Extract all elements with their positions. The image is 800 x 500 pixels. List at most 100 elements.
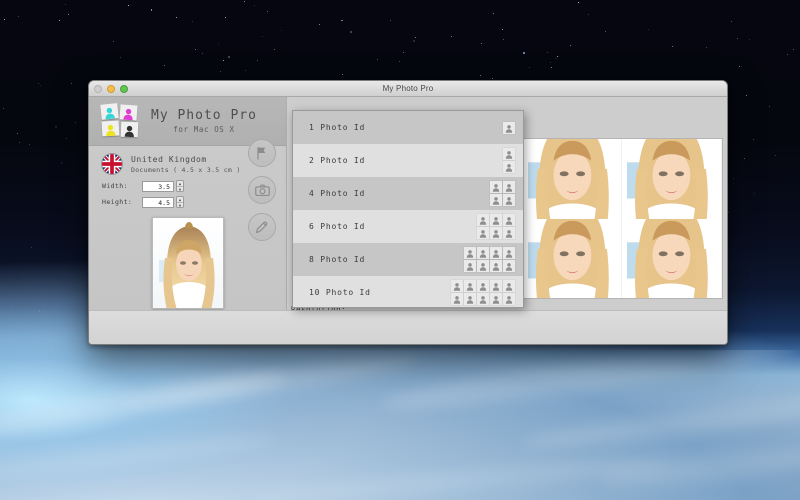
- brand-text: My Photo Pro for Mac OS X: [151, 108, 257, 134]
- sheet-photo-cell[interactable]: [522, 139, 623, 219]
- logo-person-tile-1: [119, 104, 138, 121]
- height-stepper-down[interactable]: ▼: [177, 203, 183, 207]
- app-name: My Photo Pro: [151, 108, 257, 123]
- person-icon: [477, 247, 489, 259]
- app-subtitle: for Mac OS X: [173, 125, 235, 134]
- sheet-portrait: [522, 218, 622, 298]
- country-text: United Kingdom Documents ( 4.5 x 3.5 cm …: [131, 155, 241, 174]
- dropdown-item-layout-preview: [503, 121, 515, 134]
- maximize-button[interactable]: [120, 85, 128, 93]
- height-stepper[interactable]: ▲ ▼: [176, 196, 184, 208]
- preview-portrait: [152, 218, 223, 308]
- person-icon: [503, 181, 515, 193]
- window-controls: [94, 85, 128, 93]
- earth-clouds: [0, 350, 800, 500]
- person-icon: [477, 214, 489, 226]
- person-icon: [464, 247, 476, 259]
- app-logo-icon: [100, 103, 139, 138]
- person-icon: [503, 161, 515, 173]
- person-icon-row: [503, 121, 515, 134]
- sheet-portrait: [522, 139, 622, 219]
- flag-icon[interactable]: [248, 139, 276, 167]
- dropdown-item-label: 8 Photo Id: [309, 255, 366, 264]
- person-icon-row: [464, 260, 515, 272]
- photo-preview[interactable]: [151, 217, 224, 309]
- person-icon: [490, 280, 502, 292]
- person-icon: [503, 293, 515, 305]
- person-icon: [490, 214, 502, 226]
- person-icon-row: [464, 247, 515, 259]
- person-icon-row: [503, 161, 515, 173]
- person-icon: [477, 227, 489, 239]
- person-icon: [477, 280, 489, 292]
- person-icon: [464, 260, 476, 272]
- dropdown-item-label: 10 Photo Id: [309, 288, 371, 297]
- person-icon: [451, 280, 463, 292]
- width-stepper-down[interactable]: ▼: [177, 187, 183, 191]
- window-bottom-bar: [89, 310, 727, 344]
- desktop-background: My Photo Pro My Photo Pro for Mac OS X U…: [0, 0, 800, 500]
- camera-icon[interactable]: [248, 176, 276, 204]
- photo-count-dropdown[interactable]: 1 Photo Id 2 Photo Id 4 Photo Id 6 Photo Id…: [292, 110, 524, 308]
- person-icon: [490, 260, 502, 272]
- logo-person-tile-2: [101, 120, 120, 137]
- person-icon: [490, 293, 502, 305]
- dropdown-item-label: 4 Photo Id: [309, 189, 366, 198]
- dropdown-item-10[interactable]: 10 Photo Id: [293, 276, 523, 307]
- person-icon: [477, 293, 489, 305]
- person-icon: [464, 293, 476, 305]
- person-icon: [490, 227, 502, 239]
- person-icon-row: [490, 194, 515, 206]
- dropdown-item-label: 1 Photo Id: [309, 123, 366, 132]
- width-stepper[interactable]: ▲ ▼: [176, 180, 184, 192]
- dropdown-item-1[interactable]: 1 Photo Id: [293, 111, 523, 144]
- dropdown-item-layout-preview: [477, 214, 515, 239]
- minimize-button[interactable]: [107, 85, 115, 93]
- person-icon-row: [477, 214, 515, 226]
- person-icon: [490, 247, 502, 259]
- person-icon-row: [477, 227, 515, 239]
- close-button[interactable]: [94, 85, 102, 93]
- person-icon: [490, 181, 502, 193]
- logo-person-tile-3: [120, 121, 139, 138]
- person-icon: [503, 280, 515, 292]
- person-icon: [503, 227, 515, 239]
- dropdown-item-2[interactable]: 2 Photo Id: [293, 144, 523, 177]
- height-label: Height:: [102, 198, 133, 206]
- person-icon-row: [451, 280, 515, 292]
- sheet-photo-cell[interactable]: [622, 218, 722, 298]
- document-spec: Documents ( 4.5 x 3.5 cm ): [131, 165, 241, 174]
- sheet-photo-cell[interactable]: [622, 139, 722, 219]
- app-window: My Photo Pro My Photo Pro for Mac OS X U…: [88, 80, 728, 345]
- height-input[interactable]: 4.5: [142, 196, 174, 208]
- sheet-portrait: [622, 139, 721, 219]
- dropdown-item-6[interactable]: 6 Photo Id: [293, 210, 523, 243]
- retouch-pen-icon[interactable]: [248, 213, 276, 241]
- dropdown-item-layout-preview: [464, 247, 515, 272]
- logo-person-tile-0: [100, 103, 119, 120]
- dropdown-item-layout-preview: [490, 181, 515, 206]
- left-panel: My Photo Pro for Mac OS X United Kingdom…: [89, 97, 287, 344]
- dropdown-item-layout-preview: [503, 148, 515, 173]
- person-icon: [503, 214, 515, 226]
- person-icon-row: [451, 293, 515, 305]
- person-icon: [503, 247, 515, 259]
- window-title: My Photo Pro: [382, 84, 434, 93]
- person-icon: [503, 194, 515, 206]
- dropdown-item-layout-preview: [451, 280, 515, 305]
- person-icon: [503, 148, 515, 160]
- width-input[interactable]: 3.5: [142, 180, 174, 192]
- person-icon-row: [503, 148, 515, 160]
- sheet-portrait: [622, 218, 721, 298]
- person-icon: [464, 280, 476, 292]
- window-titlebar[interactable]: My Photo Pro: [89, 81, 727, 97]
- dropdown-item-8[interactable]: 8 Photo Id: [293, 243, 523, 276]
- person-icon-row: [490, 181, 515, 193]
- dropdown-item-4[interactable]: 4 Photo Id: [293, 177, 523, 210]
- window-body: My Photo Pro for Mac OS X United Kingdom…: [89, 97, 727, 344]
- united-kingdom-flag-icon: [102, 154, 122, 174]
- sheet-photo-cell[interactable]: [522, 218, 623, 298]
- person-icon: [477, 260, 489, 272]
- dropdown-item-label: 2 Photo Id: [309, 156, 366, 165]
- dropdown-item-label: 6 Photo Id: [309, 222, 366, 231]
